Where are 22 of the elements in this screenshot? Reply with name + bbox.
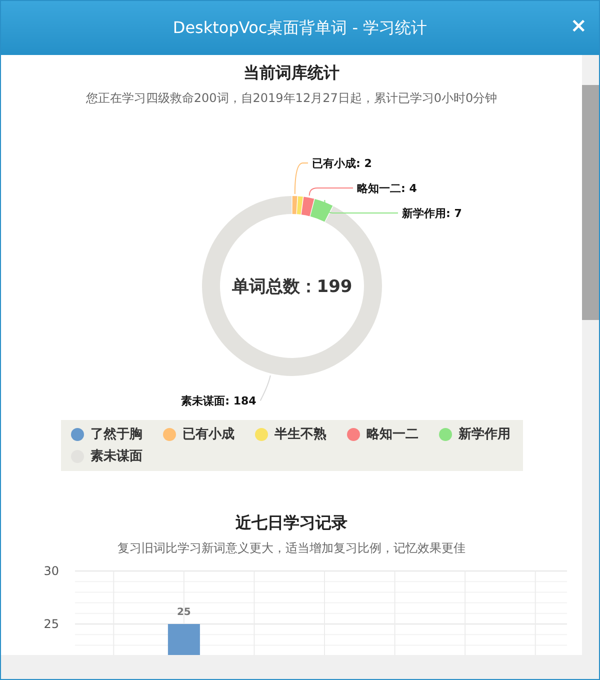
total-words-label: 单词总数：199 <box>232 277 352 297</box>
legend-label: 新学作用 <box>458 426 510 444</box>
section-subtitle: 您正在学习四级救命200词，自2019年12月27日起，累计已学习0小时0分钟 <box>86 90 498 107</box>
leader-line <box>260 374 271 402</box>
section-heading: 当前词库统计 <box>244 62 340 84</box>
close-button[interactable]: × <box>566 15 591 35</box>
slice-label: 素未谋面: 184 <box>181 394 256 408</box>
section-subtitle: 复习旧词比学习新词意义更大，适当增加复习比例，记忆效果更佳 <box>118 540 466 557</box>
slice-label: 已有小成: 2 <box>312 157 372 170</box>
legend-label: 半生不熟 <box>274 426 326 444</box>
scrollbar-thumb[interactable] <box>582 85 599 320</box>
window-title: DesktopVoc桌面背单词 - 学习统计 <box>172 17 428 39</box>
section-heading: 近七日学习记录 <box>236 512 348 534</box>
slice-label: 新学作用: 7 <box>402 207 462 220</box>
legend-label: 略知一二 <box>366 426 418 444</box>
legend-label: 素未谋面 <box>90 448 142 466</box>
legend-label: 了然于胸 <box>90 426 142 444</box>
slice-label: 略知一二: 4 <box>357 182 417 195</box>
axis-tick-label: 25 <box>44 617 59 631</box>
legend-label: 已有小成 <box>182 426 234 444</box>
axis-tick-label: 30 <box>44 564 59 578</box>
bar-value-label: 25 <box>176 607 191 618</box>
